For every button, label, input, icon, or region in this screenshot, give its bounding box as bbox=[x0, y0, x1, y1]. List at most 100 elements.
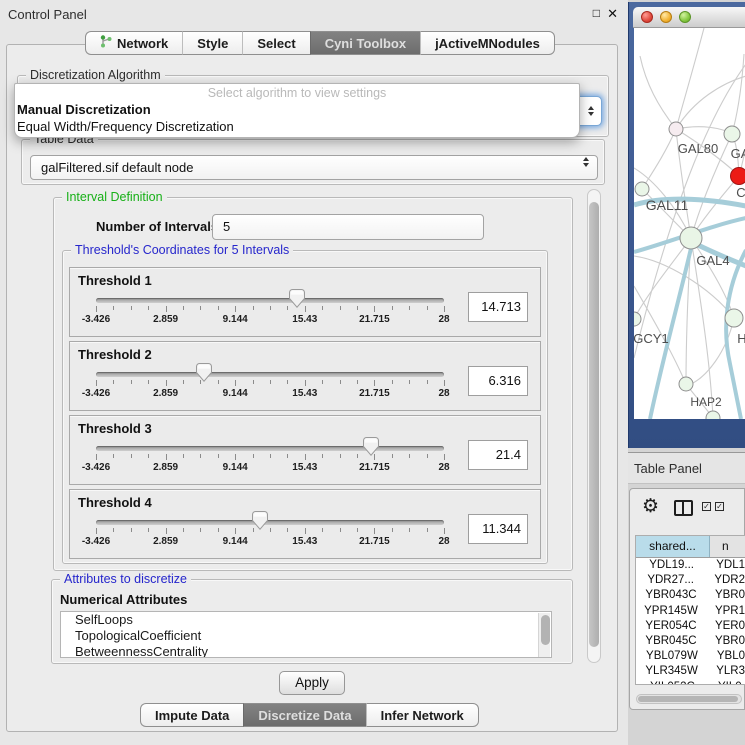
tick-mark bbox=[409, 306, 410, 310]
tick-mark bbox=[444, 380, 445, 386]
network-node[interactable] bbox=[669, 122, 683, 136]
cell-name[interactable]: YER0 bbox=[707, 619, 745, 634]
network-node[interactable] bbox=[635, 182, 649, 196]
cell-shared-name[interactable]: YIL052C bbox=[636, 680, 710, 686]
cell-name[interactable]: YBL0 bbox=[709, 649, 745, 664]
cell-name[interactable]: YPR1 bbox=[707, 604, 745, 619]
cell-shared-name[interactable]: YER054C bbox=[636, 619, 707, 634]
slider-track[interactable] bbox=[96, 372, 444, 377]
combo-arrows-icon bbox=[588, 106, 594, 116]
network-edge[interactable] bbox=[691, 176, 739, 238]
column-header-name[interactable]: n bbox=[710, 536, 745, 557]
table-row[interactable]: YDR27...YDR2 bbox=[636, 573, 745, 588]
column-layout-icon[interactable] bbox=[674, 500, 693, 516]
algorithm-option-equal-width[interactable]: Equal Width/Frequency Discretization bbox=[15, 118, 579, 135]
tick-label: 15.43 bbox=[292, 388, 317, 399]
attributes-scrollbar-thumb[interactable] bbox=[541, 615, 550, 645]
tick-mark bbox=[340, 306, 341, 310]
cell-shared-name[interactable]: YPR145W bbox=[636, 604, 707, 619]
cell-shared-name[interactable]: YDL19... bbox=[636, 558, 708, 573]
algorithm-placeholder-option[interactable]: Select algorithm to view settings bbox=[15, 84, 579, 101]
tab-network[interactable]: Network bbox=[85, 31, 182, 55]
attribute-list-item[interactable]: BetweennessCentrality bbox=[61, 644, 551, 658]
cell-shared-name[interactable]: YBL079W bbox=[636, 649, 709, 664]
network-node[interactable] bbox=[634, 312, 641, 326]
tab-select[interactable]: Select bbox=[242, 31, 309, 55]
cell-shared-name[interactable]: YDR27... bbox=[636, 573, 706, 588]
slider-thumb[interactable] bbox=[196, 363, 212, 382]
tab-jactivemnodules[interactable]: jActiveMNodules bbox=[420, 31, 555, 55]
tab-discretize-data[interactable]: Discretize Data bbox=[243, 703, 365, 727]
slider-track[interactable] bbox=[96, 446, 444, 451]
panel-scrollbar[interactable] bbox=[587, 189, 601, 663]
slider-thumb[interactable] bbox=[252, 511, 268, 530]
cell-name[interactable]: YBR0 bbox=[707, 588, 745, 603]
cell-shared-name[interactable]: YBR043C bbox=[636, 588, 707, 603]
tab-cyni-toolbox[interactable]: Cyni Toolbox bbox=[310, 31, 420, 55]
table-row[interactable]: YLR345WYLR3 bbox=[636, 664, 745, 679]
threshold-value-field[interactable]: 14.713 bbox=[468, 292, 528, 322]
table-horizontal-scrollbar[interactable] bbox=[636, 694, 742, 704]
slider-thumb[interactable] bbox=[363, 437, 379, 456]
network-node[interactable] bbox=[725, 309, 743, 327]
checkbox-icon[interactable]: ✓ bbox=[715, 502, 724, 511]
column-header-shared-name[interactable]: shared... bbox=[636, 536, 710, 557]
number-of-intervals-select[interactable]: 5 bbox=[212, 214, 484, 240]
table-row[interactable]: YBR043CYBR0 bbox=[636, 588, 745, 603]
cell-name[interactable]: YIL0 bbox=[710, 680, 745, 686]
tick-mark bbox=[444, 528, 445, 534]
minimize-traffic-light-icon[interactable] bbox=[660, 11, 672, 23]
table-row[interactable]: YIL052CYIL0 bbox=[636, 680, 745, 686]
table-data-select[interactable]: galFiltered.sif default node bbox=[30, 155, 598, 180]
slider-thumb[interactable] bbox=[289, 289, 305, 308]
slider-tick-labels: -3.4262.8599.14415.4321.71528 bbox=[96, 314, 444, 326]
table-scrollbar-thumb[interactable] bbox=[638, 696, 738, 702]
algorithm-option-manual[interactable]: Manual Discretization bbox=[15, 101, 579, 118]
tab-infer-network[interactable]: Infer Network bbox=[366, 703, 479, 727]
tick-label: 9.144 bbox=[223, 462, 248, 473]
close-traffic-light-icon[interactable] bbox=[641, 11, 653, 23]
network-node[interactable] bbox=[680, 227, 702, 249]
network-view-window[interactable]: GAL80GACGAL11GAL4GCY1HHAP2 bbox=[628, 2, 745, 448]
table-row[interactable]: YER054CYER0 bbox=[636, 619, 745, 634]
network-edge[interactable] bbox=[676, 28, 704, 129]
attribute-list-item[interactable]: TopologicalCoefficient bbox=[61, 628, 551, 644]
tick-mark bbox=[427, 306, 428, 310]
gear-icon[interactable]: ⚙ bbox=[642, 497, 659, 517]
cell-name[interactable]: YLR3 bbox=[708, 664, 745, 679]
cell-name[interactable]: YDL1 bbox=[708, 558, 745, 573]
zoom-traffic-light-icon[interactable] bbox=[679, 11, 691, 23]
threshold-value-field[interactable]: 21.4 bbox=[468, 440, 528, 470]
table-row[interactable]: YBL079WYBL0 bbox=[636, 649, 745, 664]
cell-name[interactable]: YDR2 bbox=[706, 573, 745, 588]
numerical-attributes-list[interactable]: SelfLoopsTopologicalCoefficientBetweenne… bbox=[60, 611, 552, 658]
table-row[interactable]: YPR145WYPR1 bbox=[636, 604, 745, 619]
network-node[interactable] bbox=[731, 168, 745, 185]
slider-track[interactable] bbox=[96, 520, 444, 525]
network-node[interactable] bbox=[724, 126, 740, 142]
tab-impute-data[interactable]: Impute Data bbox=[140, 703, 243, 727]
cell-name[interactable]: YBR0 bbox=[707, 634, 745, 649]
threshold-value-field[interactable]: 11.344 bbox=[468, 514, 528, 544]
threshold-value-field[interactable]: 6.316 bbox=[468, 366, 528, 396]
table-row[interactable]: YBR045CYBR0 bbox=[636, 634, 745, 649]
attributes-scrollbar[interactable] bbox=[538, 613, 550, 657]
node-table[interactable]: shared... n YDL19...YDL1YDR27...YDR2YBR0… bbox=[635, 535, 745, 685]
cell-shared-name[interactable]: YBR045C bbox=[636, 634, 707, 649]
apply-button[interactable]: Apply bbox=[279, 671, 345, 695]
network-edge[interactable] bbox=[732, 54, 744, 134]
attribute-list-item[interactable]: SelfLoops bbox=[61, 612, 551, 628]
close-icon[interactable]: ✕ bbox=[607, 6, 618, 22]
network-edge[interactable] bbox=[640, 56, 676, 129]
slider-track[interactable] bbox=[96, 298, 444, 303]
float-window-icon[interactable]: □ bbox=[593, 6, 600, 20]
cell-shared-name[interactable]: YLR345W bbox=[636, 664, 708, 679]
panel-scrollbar-thumb[interactable] bbox=[589, 202, 599, 647]
tab-style[interactable]: Style bbox=[182, 31, 242, 55]
table-row[interactable]: YDL19...YDL1 bbox=[636, 558, 745, 573]
network-canvas[interactable]: GAL80GACGAL11GAL4GCY1HHAP2 bbox=[634, 28, 745, 419]
network-edge[interactable] bbox=[642, 129, 676, 189]
checkbox-icon[interactable]: ✓ bbox=[702, 502, 711, 511]
tick-mark bbox=[270, 528, 271, 532]
network-node[interactable] bbox=[679, 377, 693, 391]
